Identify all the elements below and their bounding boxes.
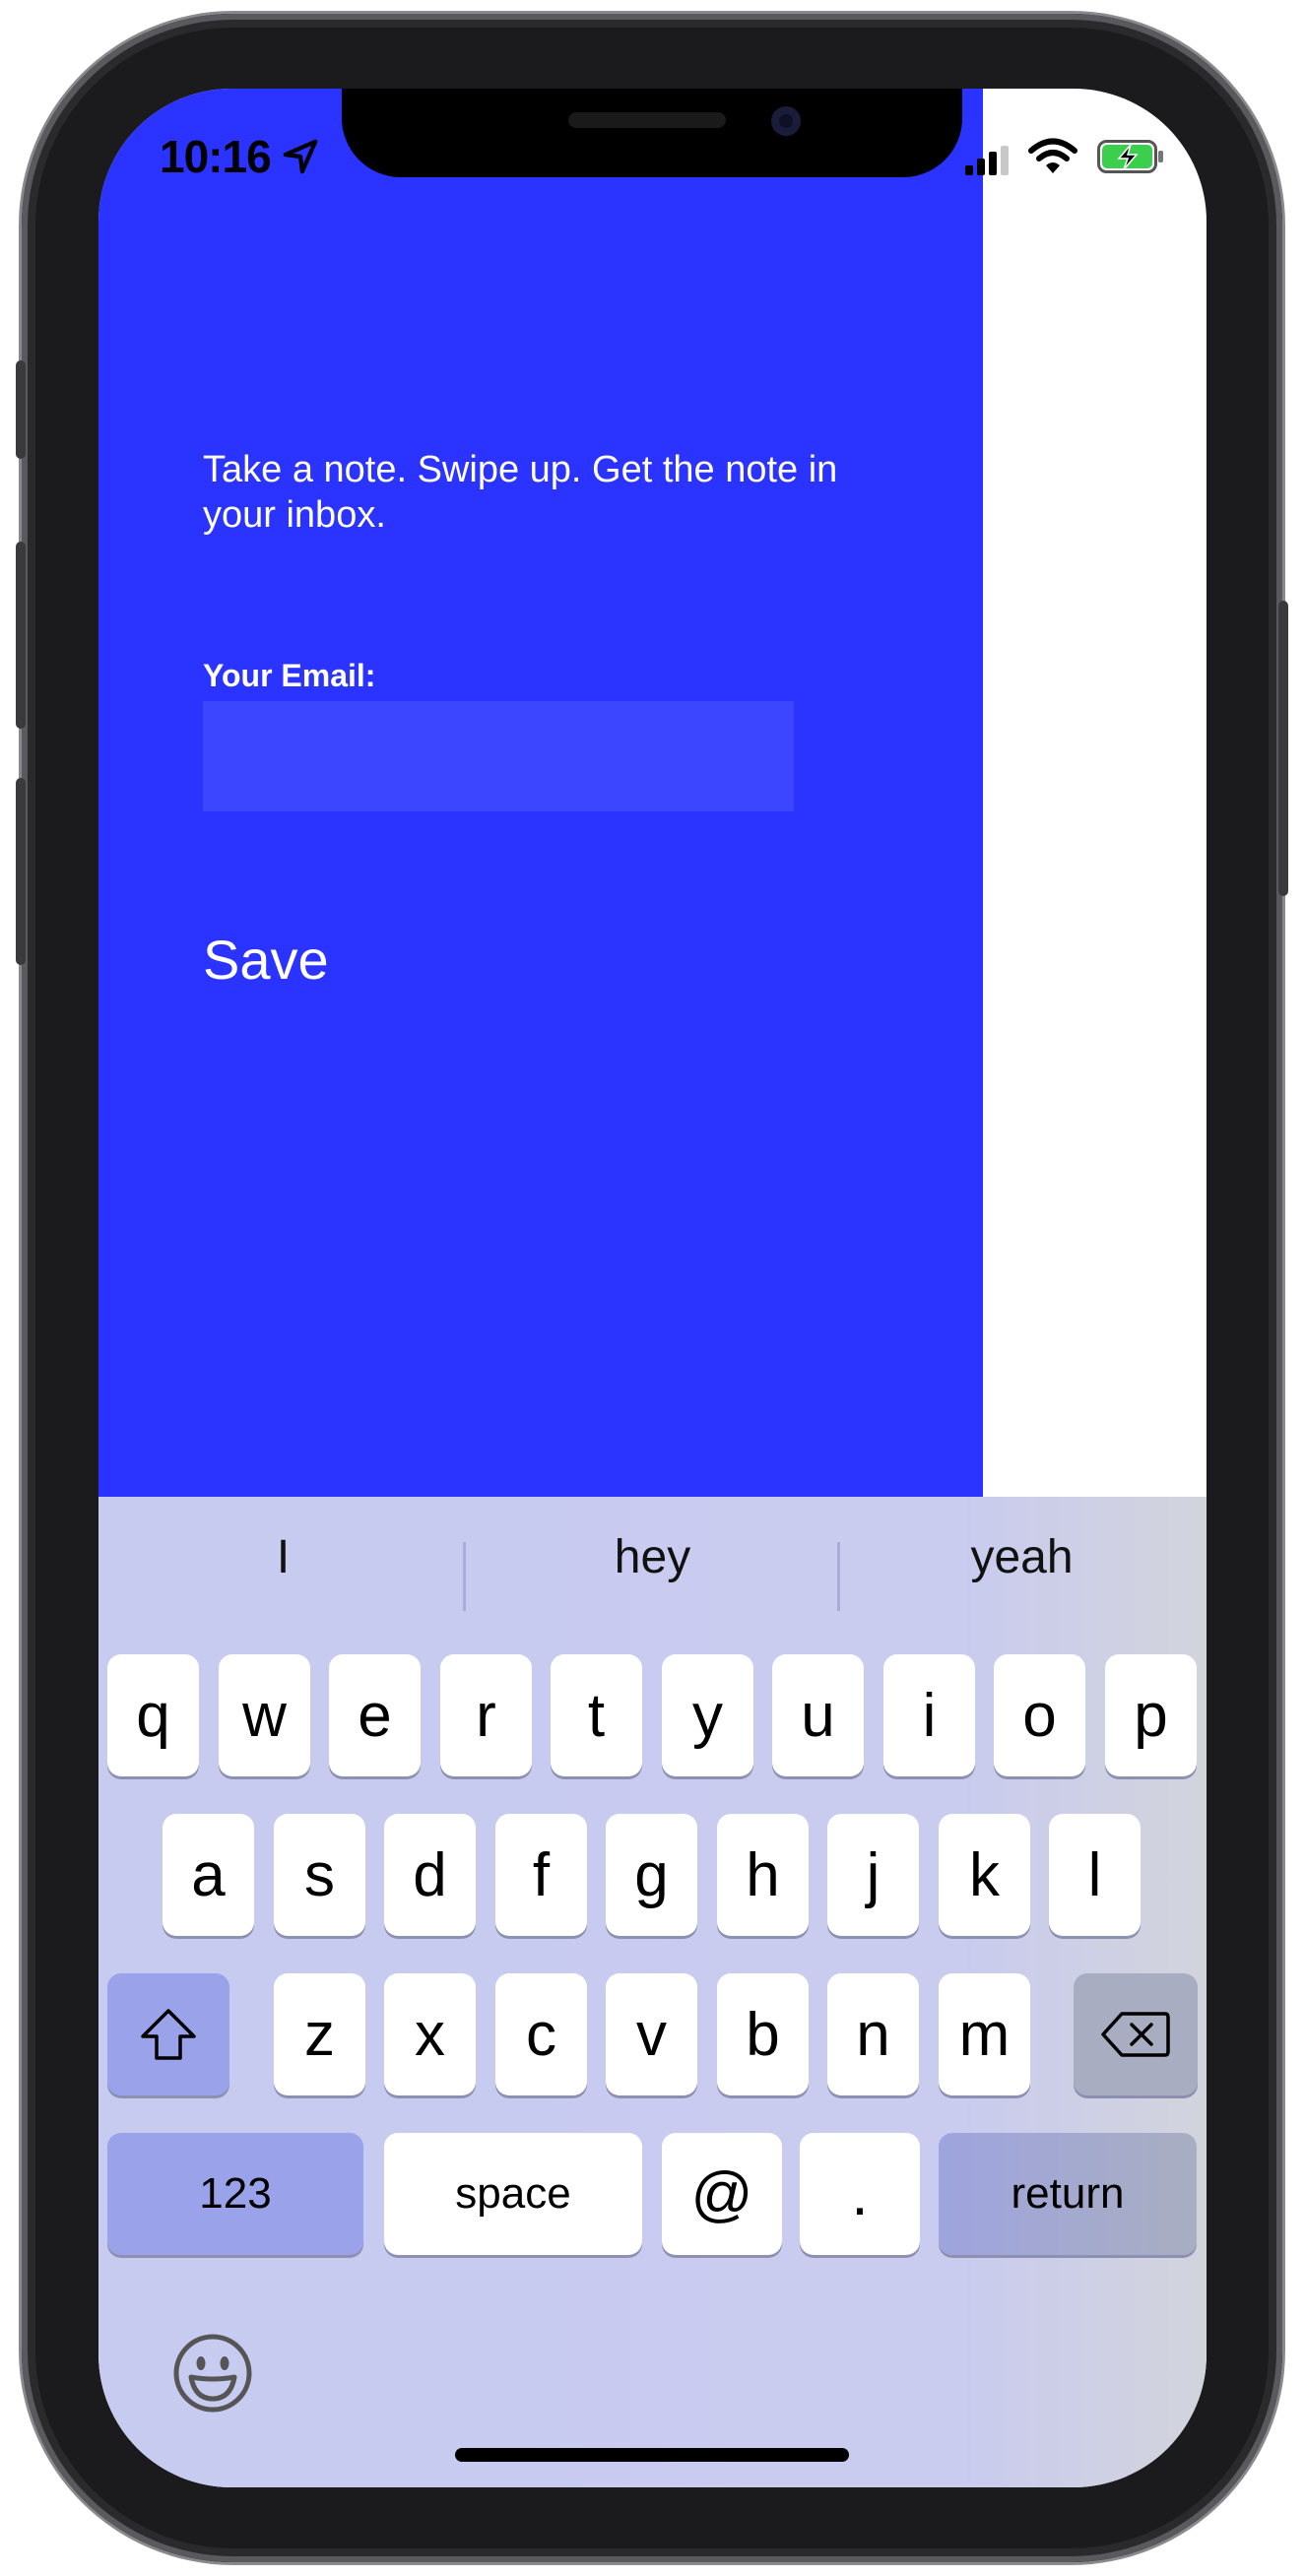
notch: [342, 89, 962, 177]
space-key[interactable]: space: [384, 2133, 642, 2255]
battery-charging-icon: [1097, 140, 1163, 173]
shift-key[interactable]: [107, 1973, 229, 2095]
key-a[interactable]: a: [163, 1814, 254, 1936]
key-x[interactable]: x: [384, 1973, 476, 2095]
backspace-icon: [1101, 2012, 1170, 2057]
key-u[interactable]: u: [772, 1654, 864, 1776]
key-h[interactable]: h: [717, 1814, 809, 1936]
key-d[interactable]: d: [384, 1814, 476, 1936]
key-w[interactable]: w: [219, 1654, 310, 1776]
cellular-signal-icon: [965, 146, 1009, 175]
save-button[interactable]: Save: [203, 928, 329, 992]
mute-switch: [16, 360, 26, 459]
suggestion-1[interactable]: I: [98, 1530, 468, 1584]
key-j[interactable]: j: [827, 1814, 919, 1936]
key-l[interactable]: l: [1049, 1814, 1141, 1936]
numbers-key[interactable]: 123: [107, 2133, 363, 2255]
wifi-icon: [1028, 138, 1077, 173]
key-e[interactable]: e: [329, 1654, 421, 1776]
key-f[interactable]: f: [495, 1814, 587, 1936]
key-k[interactable]: k: [939, 1814, 1030, 1936]
location-arrow-icon: [283, 139, 318, 174]
volume-down-button: [16, 778, 26, 965]
power-button: [1278, 601, 1288, 896]
key-g[interactable]: g: [606, 1814, 697, 1936]
key-q[interactable]: q: [107, 1654, 199, 1776]
key-dot[interactable]: .: [800, 2133, 920, 2255]
screen: 10:16 Take a note. Swipe up. Get the not…: [98, 89, 1207, 2487]
key-c[interactable]: c: [495, 1973, 587, 2095]
key-s[interactable]: s: [274, 1814, 365, 1936]
return-key[interactable]: return: [939, 2133, 1197, 2255]
volume-up-button: [16, 542, 26, 729]
front-camera: [771, 106, 801, 136]
suggestion-3[interactable]: yeah: [837, 1530, 1207, 1584]
suggestion-2[interactable]: hey: [468, 1530, 837, 1584]
key-y[interactable]: y: [662, 1654, 753, 1776]
backspace-key[interactable]: [1074, 1973, 1198, 2095]
status-time: 10:16: [160, 131, 272, 182]
key-b[interactable]: b: [717, 1973, 809, 2095]
speaker-grille: [568, 112, 726, 128]
key-o[interactable]: o: [994, 1654, 1085, 1776]
key-p[interactable]: p: [1105, 1654, 1197, 1776]
key-i[interactable]: i: [883, 1654, 975, 1776]
shift-icon: [141, 2009, 196, 2060]
key-z[interactable]: z: [274, 1973, 365, 2095]
email-label: Your Email:: [203, 658, 376, 693]
key-n[interactable]: n: [827, 1973, 919, 2095]
email-field[interactable]: [203, 701, 794, 811]
predictive-bar: I hey yeah: [98, 1497, 1207, 1644]
key-t[interactable]: t: [551, 1654, 642, 1776]
key-r[interactable]: r: [440, 1654, 532, 1776]
suggestion-divider: [463, 1542, 466, 1611]
app-tagline: Take a note. Swipe up. Get the note in y…: [203, 449, 838, 536]
emoji-icon[interactable]: [171, 2332, 254, 2415]
key-at[interactable]: @: [662, 2133, 782, 2255]
home-indicator[interactable]: [455, 2448, 849, 2462]
key-m[interactable]: m: [939, 1973, 1030, 2095]
keyboard: I hey yeah q w e r t y u i o p a s d f g…: [98, 1497, 1207, 2487]
key-v[interactable]: v: [606, 1973, 697, 2095]
